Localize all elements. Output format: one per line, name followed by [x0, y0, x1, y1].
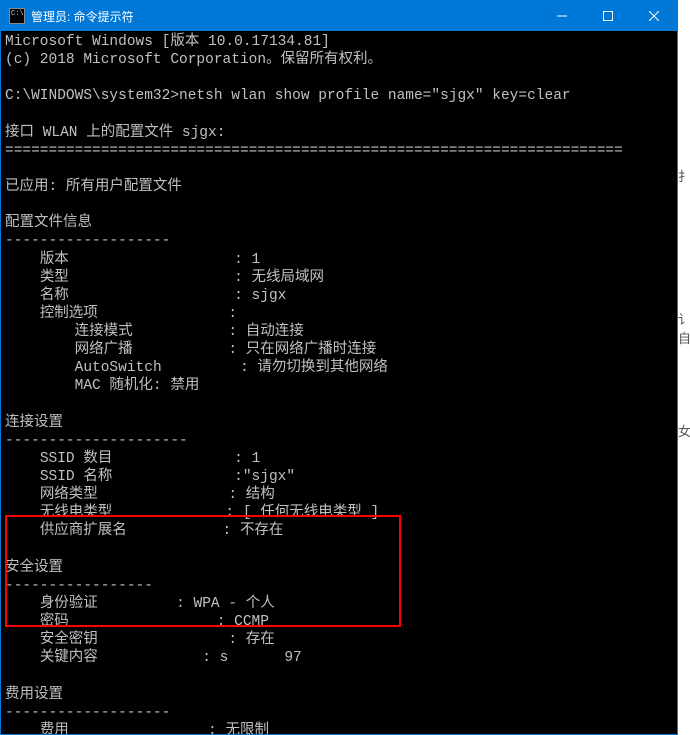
row-ssidn-v: 1	[252, 451, 261, 467]
prompt-path: C:\WINDOWS\system32>	[5, 88, 179, 104]
row-auth-v: WPA - 个人	[194, 596, 275, 612]
row-name-k: 名称	[40, 288, 69, 304]
section-rule: -------------------	[5, 233, 170, 249]
row-bcast-k: 网络广播	[75, 342, 133, 358]
row-ctrl-k: 控制选项	[40, 306, 98, 322]
maximize-button[interactable]	[585, 1, 631, 31]
banner-line2: (c) 2018 Microsoft Corporation。保留所有权利。	[5, 52, 382, 68]
row-conn-k: 连接模式	[75, 324, 133, 340]
section-rule: -------------------	[5, 705, 170, 721]
row-auth-k: 身份验证	[40, 596, 98, 612]
row-vendor-k: 供应商扩展名	[40, 523, 127, 539]
row-key-k: 安全密钥	[40, 632, 98, 648]
row-keyc-k: 关键内容	[40, 650, 98, 666]
row-ssid-k: SSID 名称	[40, 469, 113, 485]
section-profile-info: 配置文件信息	[5, 215, 92, 231]
window-controls	[539, 1, 677, 31]
profile-header: 接口 WLAN 上的配置文件 sjgx:	[5, 125, 225, 141]
section-conn: 连接设置	[5, 415, 63, 431]
row-type-v: 无线局域网	[252, 270, 325, 286]
row-mac-k: MAC 随机化: 禁用	[75, 378, 200, 394]
row-cost-v: 无限制	[225, 723, 269, 734]
close-icon	[649, 11, 659, 21]
row-version-v: 1	[252, 252, 261, 268]
header-rule: ========================================…	[5, 143, 623, 159]
window-title: 管理员: 命令提示符	[31, 8, 539, 25]
row-name-v: sjgx	[252, 288, 287, 304]
console-area[interactable]: Microsoft Windows [版本 10.0.17134.81] (c)…	[1, 31, 677, 734]
section-rule: ---------------------	[5, 433, 188, 449]
row-type-k: 类型	[40, 270, 69, 286]
cmd-icon	[9, 8, 25, 24]
row-cipher-v: CCMP	[234, 614, 269, 630]
row-radio-k: 无线电类型	[40, 505, 113, 521]
row-ntype-v: 结构	[246, 487, 275, 503]
row-auto-v: 请勿切换到其他网络	[257, 360, 388, 376]
maximize-icon	[603, 11, 613, 21]
minimize-icon	[557, 11, 567, 21]
section-security: 安全设置	[5, 560, 63, 576]
row-cipher-k: 密码	[40, 614, 69, 630]
row-ntype-k: 网络类型	[40, 487, 98, 503]
side-char: 女	[678, 425, 690, 438]
side-char: 自	[678, 332, 690, 345]
row-vendor-v: 不存在	[240, 523, 284, 539]
row-auto-k: AutoSwitch	[75, 360, 162, 376]
row-ssid-v: "sjgx"	[243, 469, 295, 485]
row-keyc-post: 97	[284, 650, 301, 666]
section-cost: 费用设置	[5, 687, 63, 703]
applied-label: 已应用: 所有用户配置文件	[5, 179, 182, 195]
row-ssidn-k: SSID 数目	[40, 451, 113, 467]
titlebar[interactable]: 管理员: 命令提示符	[1, 1, 677, 31]
section-rule: -----------------	[5, 578, 153, 594]
row-radio-v: [ 任何无线电类型 ]	[243, 505, 379, 521]
cmd-window: 管理员: 命令提示符 Microsoft Windows [版本 10.0.17…	[0, 0, 678, 735]
row-key-v: 存在	[246, 632, 275, 648]
row-bcast-v: 只在网络广播时连接	[246, 342, 377, 358]
row-conn-v: 自动连接	[246, 324, 304, 340]
side-char: 讠	[678, 313, 690, 326]
row-keyc-pre: s	[220, 650, 229, 666]
banner-line1: Microsoft Windows [版本 10.0.17134.81]	[5, 34, 330, 50]
side-edge: 扌 讠 自 女	[678, 0, 690, 735]
row-cost-k: 费用	[40, 723, 69, 734]
close-button[interactable]	[631, 1, 677, 31]
minimize-button[interactable]	[539, 1, 585, 31]
row-version-k: 版本	[40, 252, 69, 268]
command-text: netsh wlan show profile name="sjgx" key=…	[179, 88, 571, 104]
side-char: 扌	[678, 170, 690, 183]
redacted-block: xxxxxx	[228, 649, 284, 667]
